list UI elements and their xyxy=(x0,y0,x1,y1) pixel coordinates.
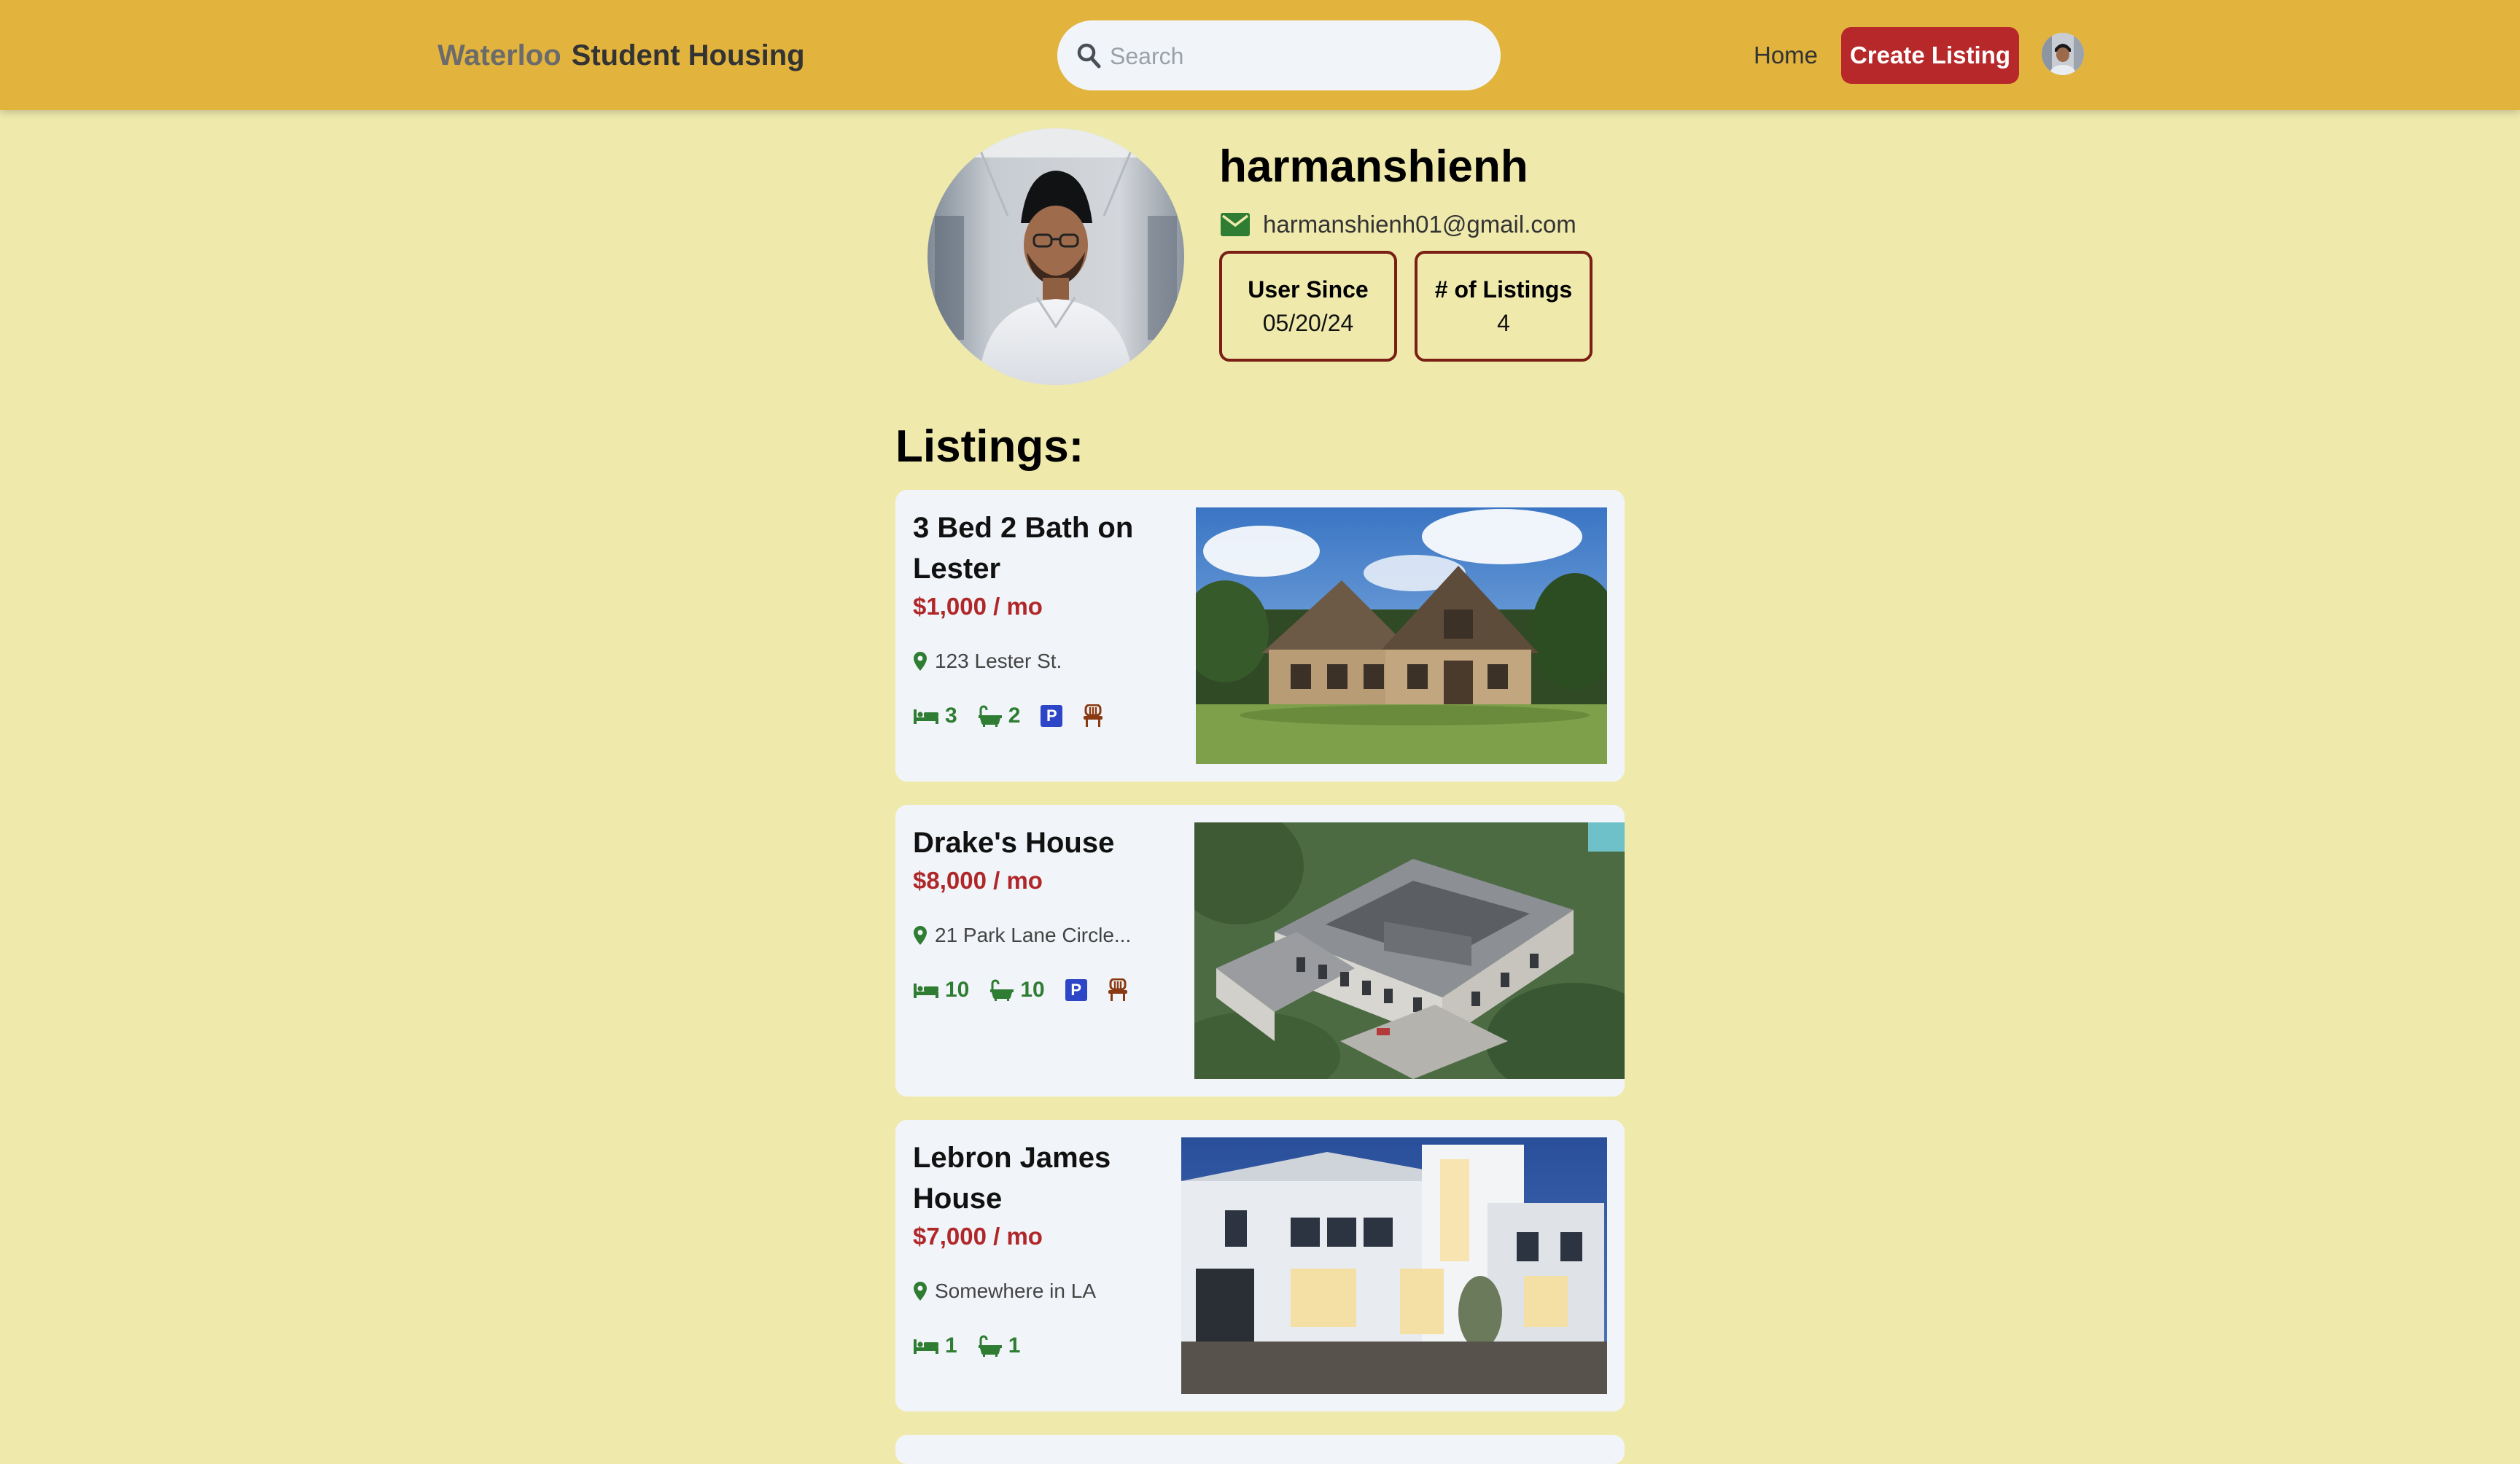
baths-count: 1 xyxy=(1008,1333,1021,1358)
search-input[interactable] xyxy=(1108,35,1476,77)
stat-label: # of Listings xyxy=(1434,276,1573,303)
profile-username: harmanshienh xyxy=(1219,141,1528,192)
location-pin-icon xyxy=(913,925,928,946)
listing-price: $1,000 / mo xyxy=(913,593,1043,620)
beds-count: 1 xyxy=(945,1333,957,1358)
listing-title: 3 Bed 2 Bath on Lester xyxy=(913,512,1134,585)
profile-photo xyxy=(928,128,1184,385)
listing-photo xyxy=(1196,507,1607,764)
listing-location: 21 Park Lane Circle... xyxy=(913,921,1131,950)
stat-value: 05/20/24 xyxy=(1262,310,1354,336)
create-listing-button[interactable]: Create Listing xyxy=(1841,27,2019,84)
brand-logo[interactable]: Waterloo Student Housing xyxy=(438,35,805,76)
listing-card[interactable]: 3 Bed 2 Bath on Lester $1,000 / mo 123 L… xyxy=(895,490,1625,782)
listing-features: 1 1 xyxy=(913,1330,1041,1362)
listing-title: Drake's House xyxy=(913,827,1115,859)
listing-price: $7,000 / mo xyxy=(913,1223,1043,1250)
listing-address: Somewhere in LA xyxy=(935,1280,1097,1302)
listing-features: 10 10 P xyxy=(913,974,1128,1006)
listing-card[interactable]: Lebron James House $7,000 / mo Somewhere… xyxy=(895,1120,1625,1412)
bed-icon xyxy=(913,1336,939,1355)
parking-icon: P xyxy=(1065,979,1087,1001)
listing-photo xyxy=(1194,822,1625,1079)
listing-location: 123 Lester St. xyxy=(913,647,1062,676)
beds-count: 3 xyxy=(945,704,957,728)
bed-icon xyxy=(913,981,939,1000)
baths-feature: 1 xyxy=(978,1333,1021,1358)
stat-label: User Since xyxy=(1248,276,1369,303)
listing-price: $8,000 / mo xyxy=(913,867,1043,894)
listing-address: 21 Park Lane Circle... xyxy=(935,924,1132,946)
baths-count: 10 xyxy=(1020,978,1045,1002)
baths-feature: 2 xyxy=(978,704,1021,728)
baths-count: 2 xyxy=(1008,704,1021,728)
nav-home-link[interactable]: Home xyxy=(1754,36,1818,74)
listing-card[interactable] xyxy=(895,1435,1625,1464)
bathtub-icon xyxy=(978,1335,1003,1357)
furnished-chair-icon xyxy=(1108,978,1128,1002)
user-avatar[interactable] xyxy=(2042,33,2084,75)
profile-email: harmanshienh01@gmail.com xyxy=(1221,207,1576,242)
search-bar[interactable] xyxy=(1057,20,1501,90)
listing-features: 3 2 P xyxy=(913,700,1103,732)
listing-photo xyxy=(1181,1137,1607,1394)
stat-user-since: User Since 05/20/24 xyxy=(1219,251,1397,362)
furnished-chair-icon xyxy=(1083,704,1103,728)
listings-heading: Listings: xyxy=(895,421,1084,472)
beds-feature: 1 xyxy=(913,1333,957,1358)
location-pin-icon xyxy=(913,1281,928,1301)
brand-student-housing: Student Housing xyxy=(571,39,805,71)
location-pin-icon xyxy=(913,651,928,671)
listing-title: Lebron James House xyxy=(913,1142,1111,1215)
listing-card[interactable]: Drake's House $8,000 / mo 21 Park Lane C… xyxy=(895,805,1625,1097)
stat-value: 4 xyxy=(1497,310,1510,336)
mail-icon xyxy=(1221,213,1250,236)
beds-count: 10 xyxy=(945,978,970,1002)
listing-location: Somewhere in LA xyxy=(913,1277,1096,1306)
bathtub-icon xyxy=(989,979,1014,1001)
search-icon xyxy=(1077,43,1101,69)
parking-icon: P xyxy=(1041,705,1063,727)
bed-icon xyxy=(913,706,939,725)
beds-feature: 10 xyxy=(913,978,969,1002)
brand-waterloo: Waterloo xyxy=(438,39,561,71)
email-text: harmanshienh01@gmail.com xyxy=(1263,211,1576,238)
listing-address: 123 Lester St. xyxy=(935,650,1062,672)
baths-feature: 10 xyxy=(989,978,1045,1002)
stat-listings-count: # of Listings 4 xyxy=(1415,251,1592,362)
bathtub-icon xyxy=(978,705,1003,727)
navbar: Waterloo Student Housing Home Create List… xyxy=(0,0,2520,110)
beds-feature: 3 xyxy=(913,704,957,728)
